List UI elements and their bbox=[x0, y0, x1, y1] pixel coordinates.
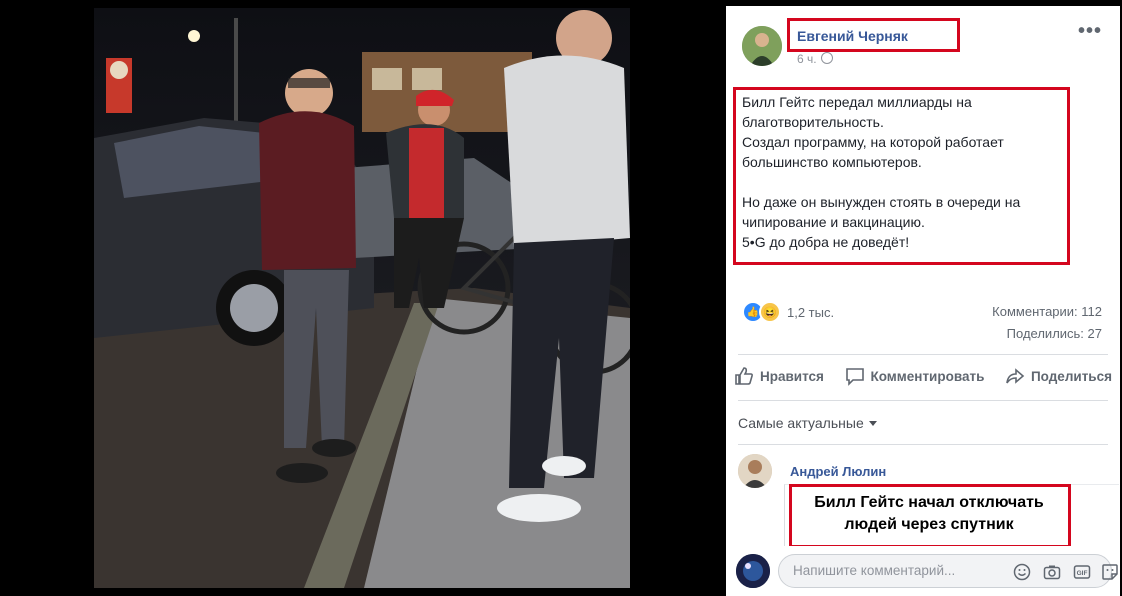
photo-viewer bbox=[0, 0, 724, 596]
author-avatar[interactable] bbox=[742, 26, 782, 66]
share-icon bbox=[1006, 368, 1025, 384]
svg-text:GIF: GIF bbox=[1077, 570, 1088, 577]
sort-label: Самые актуальные bbox=[738, 415, 864, 431]
reactions-summary[interactable]: 👍 😆 1,2 тыс. bbox=[742, 301, 835, 323]
shares-count[interactable]: Поделились: 27 bbox=[1007, 326, 1102, 341]
emoji-icon[interactable] bbox=[1013, 563, 1031, 581]
more-options-button[interactable]: ••• bbox=[1078, 20, 1102, 43]
divider bbox=[738, 444, 1108, 445]
post-time[interactable]: 6 ч. bbox=[797, 52, 833, 66]
divider bbox=[738, 400, 1108, 401]
caret-down-icon bbox=[868, 421, 877, 426]
share-button[interactable]: Поделиться bbox=[1005, 366, 1112, 386]
haha-icon: 😆 bbox=[759, 301, 781, 323]
comment-button[interactable]: Комментировать bbox=[845, 366, 985, 386]
post-photo[interactable] bbox=[94, 8, 630, 588]
author-highlight-box bbox=[787, 18, 960, 52]
post-text-highlight-box bbox=[733, 87, 1070, 265]
camera-icon[interactable] bbox=[1043, 563, 1061, 581]
comment-placeholder: Напишите комментарий... bbox=[793, 563, 956, 578]
commenter-name[interactable]: Андрей Люлин bbox=[790, 464, 886, 479]
sticker-icon[interactable] bbox=[1101, 563, 1119, 581]
like-icon bbox=[735, 367, 753, 385]
divider bbox=[738, 354, 1108, 355]
commenter-avatar[interactable] bbox=[738, 454, 772, 488]
post-panel: Евгений Черняк 6 ч. ••• Билл Гейтс перед… bbox=[726, 6, 1120, 596]
comment-sort-dropdown[interactable]: Самые актуальные bbox=[738, 415, 877, 431]
like-label: Нравится bbox=[760, 368, 824, 384]
globe-icon bbox=[820, 52, 833, 64]
post-actions: Нравится Комментировать Поделиться bbox=[734, 366, 1112, 386]
my-avatar[interactable] bbox=[736, 554, 770, 588]
comment-input[interactable]: Напишите комментарий... GIF bbox=[778, 554, 1118, 588]
comment-icon bbox=[845, 368, 864, 386]
comment-label: Комментировать bbox=[870, 368, 985, 384]
comment-highlight-box bbox=[789, 484, 1071, 548]
comment-composer: Напишите комментарий... GIF bbox=[726, 546, 1120, 596]
gif-icon[interactable]: GIF bbox=[1073, 563, 1091, 581]
reaction-count: 1,2 тыс. bbox=[787, 304, 835, 320]
share-label: Поделиться bbox=[1030, 368, 1112, 384]
like-button[interactable]: Нравится bbox=[734, 366, 824, 386]
post-time-label: 6 ч. bbox=[797, 52, 817, 66]
comments-count[interactable]: Комментарии: 112 bbox=[992, 304, 1102, 319]
